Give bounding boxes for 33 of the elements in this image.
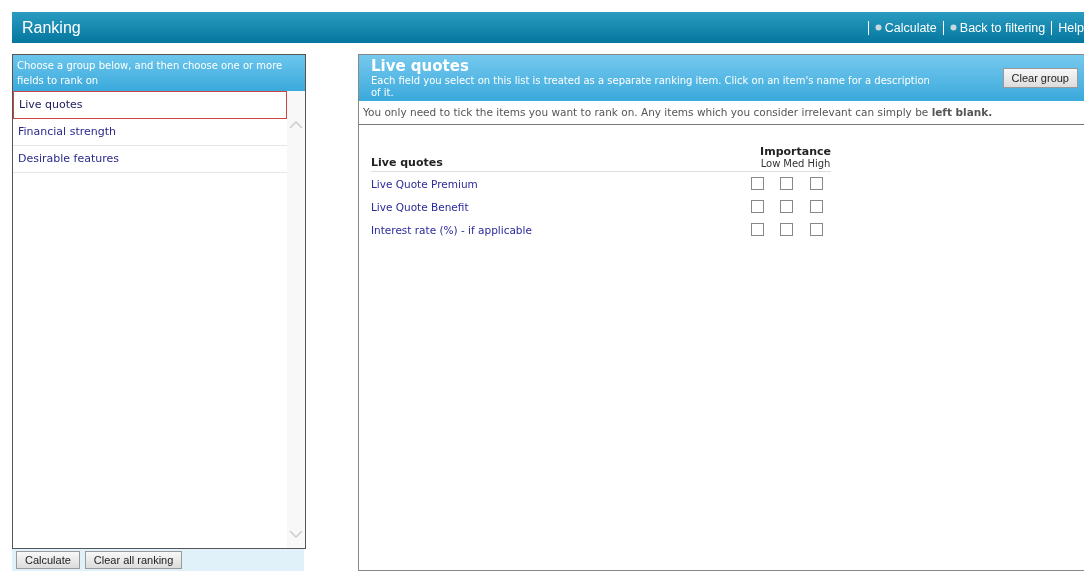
- header-link[interactable]: Calculate: [874, 20, 937, 35]
- level-label: Med: [783, 158, 805, 169]
- importance-heading: Importance: [760, 145, 831, 158]
- field-link[interactable]: Interest rate (%) - if applicable: [371, 223, 532, 236]
- hint-text: You only need to tick the items you want to rank on. Any items which you consider irrelevant can simply be left blank.: [359, 101, 1084, 125]
- group-instructions: Choose a group below, and then choose one or more fields to rank on: [13, 55, 305, 91]
- field-link[interactable]: Live Quote Premium: [371, 177, 478, 190]
- importance-checkbox[interactable]: [751, 177, 765, 190]
- action-button[interactable]: Clear all ranking: [84, 551, 183, 569]
- importance-checkbox[interactable]: [751, 200, 765, 213]
- page-title: Ranking: [21, 18, 81, 37]
- action-button[interactable]: Calculate: [16, 551, 80, 569]
- group-item[interactable]: Financial strength: [13, 119, 287, 146]
- group-description: Each field you select on this list is treated as a separate ranking item. Click on an item's name for a description of it.: [371, 75, 931, 99]
- importance-checkbox[interactable]: [780, 200, 794, 213]
- importance-checkbox[interactable]: [809, 223, 823, 236]
- level-label: Low: [760, 158, 781, 169]
- header-link[interactable]: Help: [1058, 20, 1084, 35]
- group-item[interactable]: Live quotes: [13, 91, 287, 119]
- group-item[interactable]: Desirable features: [13, 146, 287, 173]
- header-link[interactable]: Back to filtering: [949, 20, 1046, 35]
- importance-checkbox[interactable]: [780, 177, 794, 190]
- column-heading: Live quotes: [371, 156, 443, 169]
- bullet-icon: [949, 23, 957, 32]
- field-link[interactable]: Live Quote Benefit: [371, 200, 469, 213]
- importance-checkbox[interactable]: [751, 223, 765, 236]
- group-title: Live quotes: [371, 57, 470, 75]
- importance-checkbox[interactable]: [780, 223, 794, 236]
- importance-checkbox[interactable]: [809, 177, 823, 190]
- bullet-icon: [874, 23, 882, 32]
- importance-checkbox[interactable]: [809, 200, 823, 213]
- level-label: High: [807, 158, 831, 169]
- clear-group-button[interactable]: Clear group: [1002, 68, 1078, 88]
